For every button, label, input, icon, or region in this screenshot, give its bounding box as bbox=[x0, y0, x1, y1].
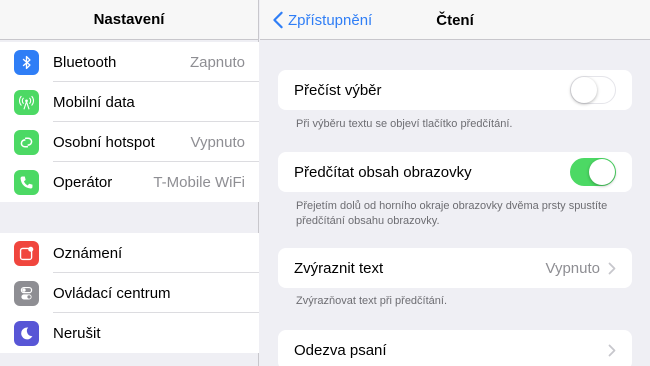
sidebar-item-label: Nerušit bbox=[53, 324, 101, 342]
sidebar-item-carrier[interactable]: Operátor T-Mobile WiFi bbox=[0, 162, 259, 202]
chevron-right-icon bbox=[608, 344, 616, 357]
sidebar-item-label: Mobilní data bbox=[53, 93, 135, 111]
sidebar-item-value: T-Mobile WiFi bbox=[153, 173, 245, 191]
sidebar-item-bluetooth[interactable]: Bluetooth Zapnuto bbox=[0, 42, 259, 82]
speak-selection-footer: Při výběru textu se objeví tlačítko před… bbox=[296, 118, 513, 130]
phone-icon bbox=[14, 169, 39, 195]
sidebar-item-control-center[interactable]: Ovládací centrum bbox=[0, 273, 259, 313]
antenna-icon bbox=[14, 89, 39, 115]
highlight-text-value: Vypnuto bbox=[545, 259, 601, 277]
highlight-text-label: Zvýraznit text bbox=[294, 259, 384, 277]
sidebar-item-label: Bluetooth bbox=[53, 53, 117, 71]
back-button-label: Zpřístupnění bbox=[288, 11, 373, 29]
sidebar-item-hotspot[interactable]: Osobní hotspot Vypnuto bbox=[0, 122, 259, 162]
sidebar-item-value: Vypnuto bbox=[190, 133, 246, 151]
sidebar-item-label: Ovládací centrum bbox=[53, 284, 171, 302]
detail-header: Zpřístupnění Čtení bbox=[260, 0, 650, 40]
sidebar-item-value: Zapnuto bbox=[189, 53, 245, 71]
sidebar-item-label: Osobní hotspot bbox=[53, 133, 155, 151]
sidebar-group-system: Oznámení Ovládací centrum Nerušit bbox=[0, 233, 259, 353]
typing-feedback-label: Odezva psaní bbox=[294, 341, 387, 359]
speak-screen-footer: Přejetím dolů od horního okraje obrazovk… bbox=[296, 200, 608, 227]
settings-sidebar: Nastavení Bluetooth Zapnuto Mobilní data… bbox=[0, 0, 259, 366]
back-button[interactable]: Zpřístupnění bbox=[272, 0, 372, 40]
chevron-left-icon bbox=[273, 11, 283, 29]
speak-selection-row: Přečíst výběr bbox=[278, 70, 632, 110]
toggle-knob bbox=[589, 159, 615, 185]
moon-icon bbox=[14, 320, 39, 346]
toggle-knob bbox=[571, 77, 597, 103]
notifications-icon bbox=[14, 240, 39, 266]
highlight-text-footer: Zvýrazňovat text při předčítání. bbox=[296, 295, 448, 307]
reading-detail-pane: Zpřístupnění Čtení Přečíst výběr Při výb… bbox=[260, 0, 650, 366]
sidebar-item-notifications[interactable]: Oznámení bbox=[0, 233, 259, 273]
typing-feedback-row[interactable]: Odezva psaní bbox=[278, 330, 632, 366]
highlight-text-row[interactable]: Zvýraznit text Vypnuto bbox=[278, 248, 632, 288]
speak-selection-label: Přečíst výběr bbox=[294, 81, 382, 99]
speak-screen-toggle[interactable] bbox=[570, 158, 616, 186]
hotspot-icon bbox=[14, 129, 39, 155]
speak-screen-row: Předčítat obsah obrazovky bbox=[278, 152, 632, 192]
speak-selection-toggle[interactable] bbox=[570, 76, 616, 104]
speak-screen-label: Předčítat obsah obrazovky bbox=[294, 163, 472, 181]
sidebar-item-mobile-data[interactable]: Mobilní data bbox=[0, 82, 259, 122]
sidebar-title: Nastavení bbox=[0, 0, 258, 40]
sidebar-item-label: Oznámení bbox=[53, 244, 123, 262]
sidebar-group-connectivity: Bluetooth Zapnuto Mobilní data Osobní ho… bbox=[0, 42, 259, 202]
sidebar-item-label: Operátor bbox=[53, 173, 113, 191]
chevron-right-icon bbox=[608, 262, 616, 275]
control-center-icon bbox=[14, 280, 39, 306]
sidebar-item-do-not-disturb[interactable]: Nerušit bbox=[0, 313, 259, 353]
bluetooth-icon bbox=[14, 49, 39, 75]
